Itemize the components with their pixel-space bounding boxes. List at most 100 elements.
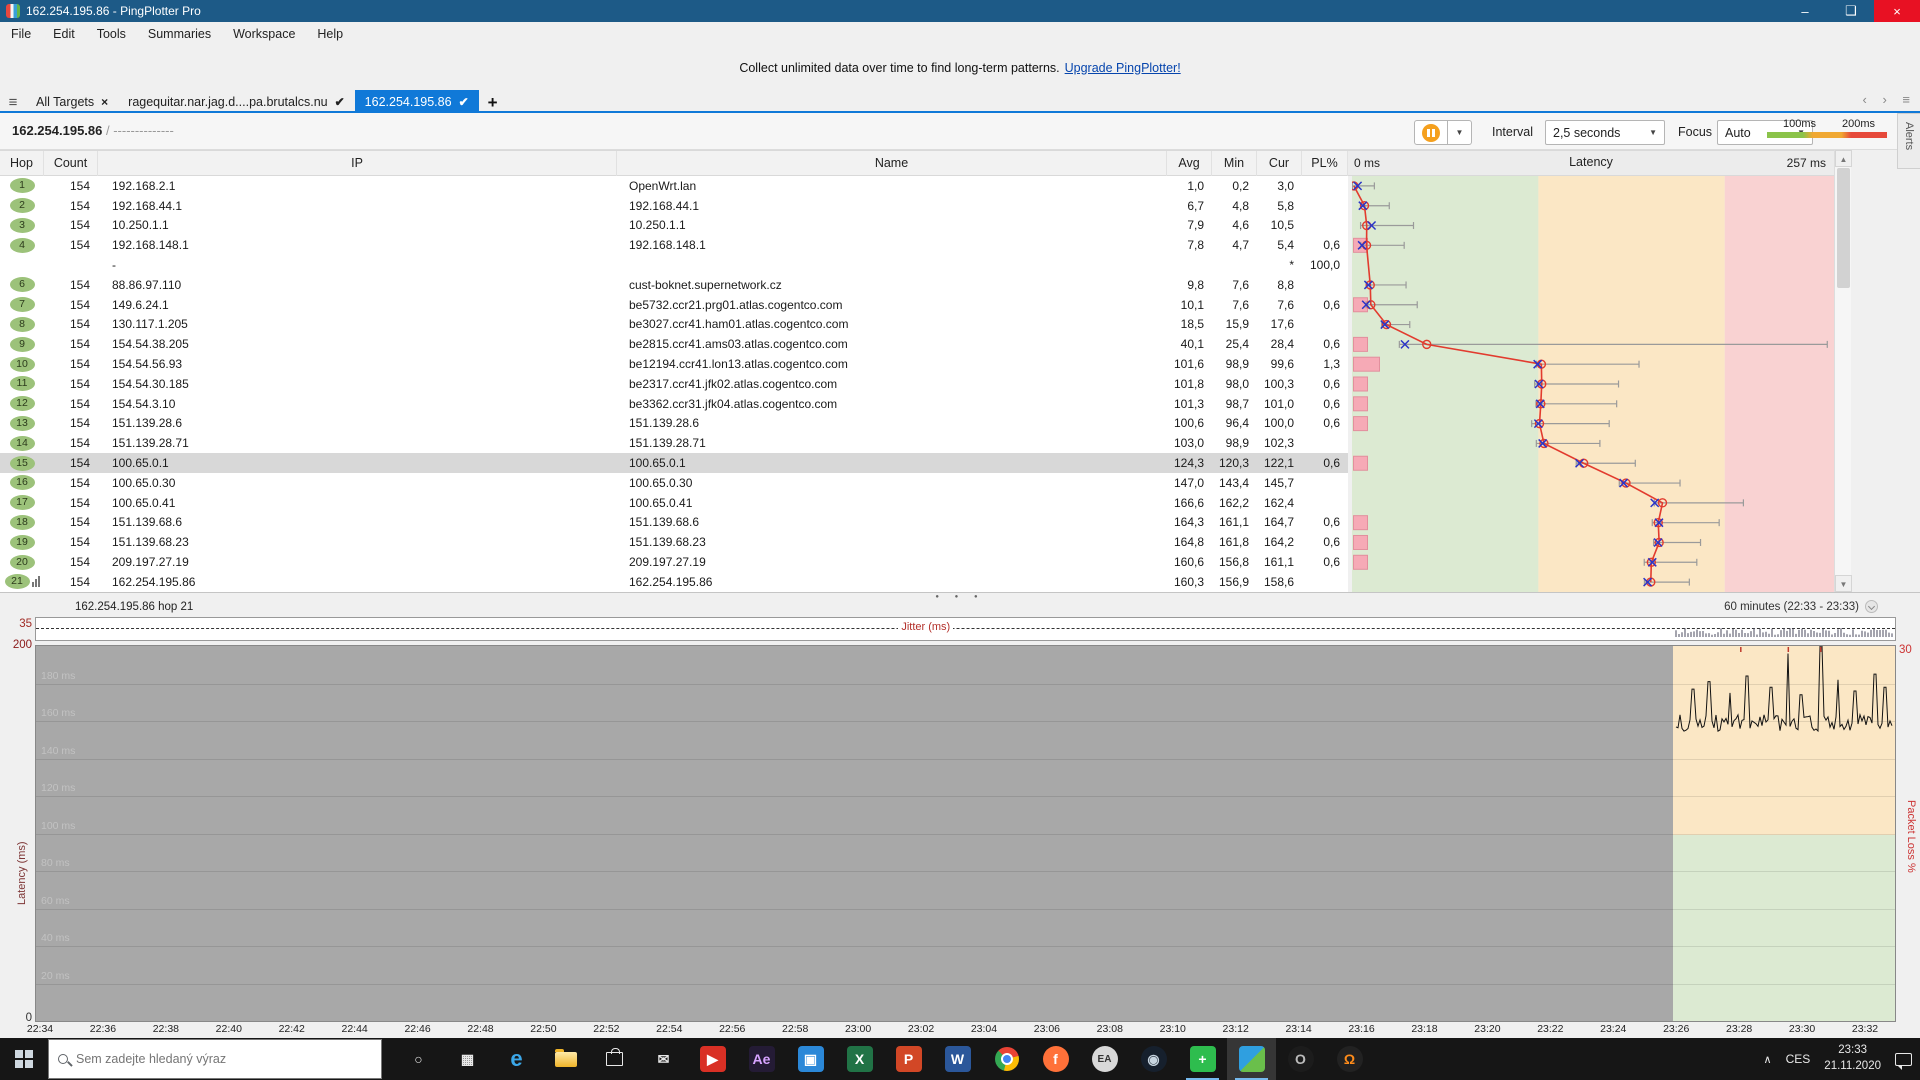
pause-dropdown-button[interactable]: ▼ bbox=[1448, 120, 1472, 145]
column-header-cur[interactable]: Cur bbox=[1257, 151, 1302, 177]
tab-target-1[interactable]: ragequitar.nar.jag.d....pa.brutalcs.nu✔ bbox=[118, 90, 355, 113]
hop-row-6[interactable]: 615488.86.97.110cust-boknet.supernetwork… bbox=[0, 275, 1348, 295]
hop-row-14[interactable]: 14154151.139.28.71151.139.28.71103,098,9… bbox=[0, 433, 1348, 453]
taskbar-audio-app-icon[interactable]: Ω bbox=[1325, 1038, 1374, 1080]
taskbar-powerpoint-icon[interactable]: P bbox=[884, 1038, 933, 1080]
hop-row-16[interactable]: 16154100.65.0.30100.65.0.30147,0143,4145… bbox=[0, 473, 1348, 493]
taskbar-after-effects-icon[interactable]: Ae bbox=[737, 1038, 786, 1080]
upgrade-link[interactable]: Upgrade PingPlotter! bbox=[1065, 61, 1181, 75]
tab-nav-icons[interactable]: ‹ › ≡ bbox=[1863, 92, 1916, 107]
hop-row-13[interactable]: 13154151.139.28.6151.139.28.6100,696,410… bbox=[0, 414, 1348, 434]
tab-check-icon[interactable]: ✔ bbox=[335, 95, 345, 109]
taskbar-edge-icon[interactable]: e bbox=[492, 1038, 541, 1080]
hop-row-9[interactable]: 9154154.54.38.205be2815.ccr41.ams03.atla… bbox=[0, 334, 1348, 354]
hop-row-17[interactable]: 17154100.65.0.41100.65.0.41166,6162,2162… bbox=[0, 493, 1348, 513]
tab-close-icon[interactable]: × bbox=[101, 95, 108, 109]
scroll-up-icon[interactable]: ▲ bbox=[1835, 150, 1852, 167]
taskbar-excel-icon[interactable]: X bbox=[835, 1038, 884, 1080]
count-cell: 154 bbox=[44, 357, 98, 371]
taskbar-mail-icon[interactable]: ✉ bbox=[639, 1038, 688, 1080]
start-button[interactable] bbox=[0, 1038, 48, 1080]
interval-select[interactable]: 2,5 seconds▼ bbox=[1545, 120, 1665, 145]
column-header-pl[interactable]: PL% bbox=[1302, 151, 1348, 177]
hidden-icons-chevron[interactable]: ∧ bbox=[1764, 1053, 1772, 1066]
hop-row-unknown[interactable]: -*100,0 bbox=[0, 255, 1348, 275]
name-cell: 151.139.28.6 bbox=[617, 416, 1167, 430]
hop-row-15[interactable]: 15154100.65.0.1100.65.0.1124,3120,3122,1… bbox=[0, 453, 1348, 473]
pause-button[interactable] bbox=[1414, 120, 1448, 145]
clock[interactable]: 23:33 21.11.2020 bbox=[1824, 1043, 1881, 1074]
tab-target-2[interactable]: 162.254.195.86✔ bbox=[355, 90, 479, 113]
scrollbar-thumb[interactable] bbox=[1837, 168, 1850, 288]
taskbar-steam-icon[interactable]: ◉ bbox=[1129, 1038, 1178, 1080]
steam-glyph-icon: ◉ bbox=[1141, 1046, 1167, 1072]
hop-row-10[interactable]: 10154154.54.56.93be12194.ccr41.lon13.atl… bbox=[0, 354, 1348, 374]
avg-cell: 160,6 bbox=[1167, 555, 1212, 569]
hop-row-12[interactable]: 12154154.54.3.10be3362.ccr31.jfk04.atlas… bbox=[0, 394, 1348, 414]
taskbar-pingplotter-icon[interactable] bbox=[1227, 1038, 1276, 1080]
column-header-ip[interactable]: IP bbox=[98, 151, 617, 177]
taskbar-search[interactable] bbox=[48, 1039, 382, 1079]
hop-row-8[interactable]: 8154130.117.1.205be3027.ccr41.ham01.atla… bbox=[0, 315, 1348, 335]
taskbar-file-explorer-icon[interactable] bbox=[541, 1038, 590, 1080]
minimize-button[interactable]: – bbox=[1782, 0, 1828, 22]
hop-row-20[interactable]: 20154209.197.27.19209.197.27.19160,6156,… bbox=[0, 552, 1348, 572]
hop-row-2[interactable]: 2154192.168.44.1192.168.44.16,74,85,8 bbox=[0, 196, 1348, 216]
cur-cell: 10,5 bbox=[1257, 218, 1302, 232]
taskbar-ea-icon[interactable]: EA bbox=[1080, 1038, 1129, 1080]
menu-edit[interactable]: Edit bbox=[42, 22, 86, 45]
menu-workspace[interactable]: Workspace bbox=[222, 22, 306, 45]
new-tab-button[interactable]: + bbox=[479, 92, 507, 113]
hop-cell: 4 bbox=[0, 238, 44, 253]
menu-summaries[interactable]: Summaries bbox=[137, 22, 222, 45]
min-cell: 98,9 bbox=[1212, 357, 1257, 371]
column-header-min[interactable]: Min bbox=[1212, 151, 1257, 177]
splitter-handle[interactable]: ● ● ● bbox=[0, 594, 1920, 600]
hop-row-18[interactable]: 18154151.139.68.6151.139.68.6164,3161,11… bbox=[0, 513, 1348, 533]
timeline-range-control[interactable]: 60 minutes (22:33 - 23:33) bbox=[1724, 600, 1878, 613]
hop-cell: 14 bbox=[0, 436, 44, 451]
maximize-button[interactable]: ❑ bbox=[1828, 0, 1874, 22]
column-header-name[interactable]: Name bbox=[617, 151, 1167, 177]
hop-row-21[interactable]: 21154162.254.195.86162.254.195.86160,315… bbox=[0, 572, 1348, 592]
hop-row-7[interactable]: 7154149.6.24.1be5732.ccr21.prg01.atlas.c… bbox=[0, 295, 1348, 315]
column-header-count[interactable]: Count bbox=[44, 151, 98, 177]
tab-all-targets[interactable]: All Targets× bbox=[26, 90, 118, 113]
hop-badge: 21 bbox=[5, 574, 30, 589]
taskbar-capture-app-icon[interactable]: ▣ bbox=[786, 1038, 835, 1080]
taskbar-word-icon[interactable]: W bbox=[933, 1038, 982, 1080]
targets-menu-icon[interactable]: ≡ bbox=[0, 92, 26, 113]
taskbar-green-app-icon[interactable]: + bbox=[1178, 1038, 1227, 1080]
hop-row-3[interactable]: 315410.250.1.110.250.1.17,94,610,5 bbox=[0, 216, 1348, 236]
hop-row-11[interactable]: 11154154.54.30.185be2317.ccr41.jfk02.atl… bbox=[0, 374, 1348, 394]
taskbar-chrome-icon[interactable] bbox=[982, 1038, 1031, 1080]
taskbar-firefox-icon[interactable]: f bbox=[1031, 1038, 1080, 1080]
hop-row-4[interactable]: 4154192.168.148.1192.168.148.17,84,75,40… bbox=[0, 235, 1348, 255]
taskbar-video-player-icon[interactable]: ▶ bbox=[688, 1038, 737, 1080]
menu-file[interactable]: File bbox=[0, 22, 42, 45]
hop-row-1[interactable]: 1154192.168.2.1OpenWrt.lan1,00,23,0 bbox=[0, 176, 1348, 196]
language-indicator[interactable]: CES bbox=[1786, 1052, 1811, 1066]
scroll-down-icon[interactable]: ▼ bbox=[1835, 575, 1852, 592]
cur-cell: 5,8 bbox=[1257, 199, 1302, 213]
column-header-hop[interactable]: Hop bbox=[0, 151, 44, 177]
column-header-avg[interactable]: Avg bbox=[1167, 151, 1212, 177]
count-cell: 154 bbox=[44, 278, 98, 292]
hop-row-19[interactable]: 19154151.139.68.23151.139.68.23164,8161,… bbox=[0, 532, 1348, 552]
notification-center-icon[interactable] bbox=[1895, 1053, 1912, 1066]
scale-200ms-label: 200ms bbox=[1842, 118, 1875, 130]
menu-help[interactable]: Help bbox=[306, 22, 354, 45]
timeline-graph[interactable]: 180 ms160 ms140 ms120 ms100 ms80 ms60 ms… bbox=[35, 645, 1896, 1022]
alerts-side-tab[interactable]: Alerts bbox=[1897, 113, 1920, 169]
taskbar-task-view-icon[interactable]: ▦ bbox=[443, 1038, 492, 1080]
count-cell: 154 bbox=[44, 416, 98, 430]
taskbar-cortana-icon[interactable]: ○ bbox=[394, 1038, 443, 1080]
menu-tools[interactable]: Tools bbox=[86, 22, 137, 45]
search-input[interactable] bbox=[76, 1052, 356, 1066]
tab-check-icon[interactable]: ✔ bbox=[459, 95, 469, 109]
hop-cell: 17 bbox=[0, 495, 44, 510]
taskbar-store-icon[interactable] bbox=[590, 1038, 639, 1080]
table-scrollbar[interactable]: ▲ ▼ bbox=[1834, 150, 1851, 592]
close-button[interactable]: × bbox=[1874, 0, 1920, 22]
taskbar-obs-icon[interactable]: O bbox=[1276, 1038, 1325, 1080]
